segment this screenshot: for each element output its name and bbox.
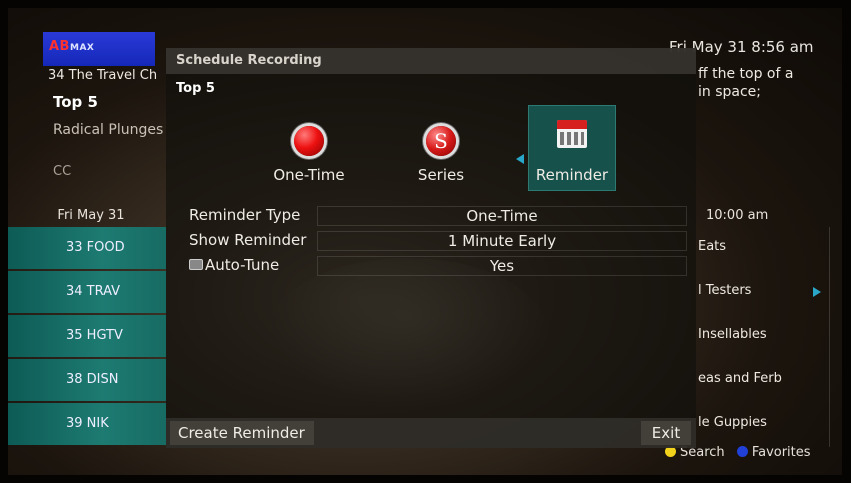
dialog-program-title: Top 5 bbox=[176, 81, 215, 96]
info-description: ff the top of a in space; bbox=[698, 65, 793, 101]
calendar-icon bbox=[557, 120, 587, 148]
favorites-legend: Favorites bbox=[751, 445, 811, 460]
program-title: eas and Ferb bbox=[698, 371, 782, 386]
channel-row[interactable]: 33 FOOD bbox=[8, 227, 166, 269]
series-icon: S bbox=[426, 126, 456, 156]
description-line: in space; bbox=[698, 84, 761, 100]
create-reminder-button[interactable]: Create Reminder bbox=[170, 421, 314, 445]
setting-label: Auto-Tune bbox=[205, 256, 280, 274]
exit-button[interactable]: Exit bbox=[641, 421, 691, 445]
program-cell[interactable]: le Guppies bbox=[690, 403, 830, 447]
program-column: Eats l Testers Insellables eas and Ferb … bbox=[690, 227, 830, 447]
series-option[interactable]: S Series bbox=[398, 108, 484, 188]
info-channel: 34 The Travel Ch bbox=[48, 68, 158, 83]
program-cell[interactable]: Eats bbox=[690, 227, 830, 271]
program-title: Insellables bbox=[698, 327, 767, 342]
guide-time: 10:00 am bbox=[706, 208, 769, 223]
channel-row[interactable]: 38 DISN bbox=[8, 359, 166, 401]
program-title: Eats bbox=[698, 239, 727, 254]
setting-label: Reminder Type bbox=[189, 206, 301, 224]
setting-value[interactable]: One-Time bbox=[317, 206, 687, 226]
program-cell[interactable]: l Testers bbox=[690, 271, 830, 315]
schedule-recording-dialog: Schedule Recording Top 5 One-Time S Seri… bbox=[166, 48, 696, 448]
info-title: Top 5 bbox=[53, 93, 98, 111]
setting-value[interactable]: 1 Minute Early bbox=[317, 231, 687, 251]
option-label: One-Time bbox=[273, 166, 345, 184]
program-title: le Guppies bbox=[698, 415, 767, 430]
dialog-footer: Create Reminder Exit bbox=[166, 418, 696, 448]
channel-logo: ABMAX bbox=[43, 32, 155, 66]
program-title: l Testers bbox=[698, 283, 752, 298]
option-label: Series bbox=[417, 166, 465, 184]
one-time-option[interactable]: One-Time bbox=[266, 108, 352, 188]
channel-row[interactable]: 35 HGTV bbox=[8, 315, 166, 357]
guide-date: Fri May 31 bbox=[57, 208, 125, 223]
reminder-option[interactable]: Reminder bbox=[528, 105, 616, 191]
cc-badge: CC bbox=[53, 164, 72, 179]
setting-label-with-icon: Auto-Tune bbox=[189, 256, 279, 274]
arrow-right-icon bbox=[813, 287, 821, 297]
setting-label: Show Reminder bbox=[189, 231, 307, 249]
auto-tune-row[interactable]: Auto-Tune Yes bbox=[181, 256, 691, 276]
channel-row[interactable]: 39 NIK bbox=[8, 403, 166, 445]
dialog-title: Schedule Recording bbox=[176, 53, 322, 68]
setting-value[interactable]: Yes bbox=[317, 256, 687, 276]
program-cell[interactable]: eas and Ferb bbox=[690, 359, 830, 403]
channel-row[interactable]: 34 TRAV bbox=[8, 271, 166, 313]
channel-column: 33 FOOD 34 TRAV 35 HGTV 38 DISN 39 NIK bbox=[8, 227, 166, 447]
arrow-left-icon bbox=[516, 154, 524, 164]
tv-screen: ABMAX Fri May 31 8:56 am 34 The Travel C… bbox=[8, 8, 842, 475]
show-reminder-row[interactable]: Show Reminder 1 Minute Early bbox=[181, 231, 691, 251]
dialog-header: Schedule Recording bbox=[166, 48, 696, 74]
blue-button-icon bbox=[736, 446, 748, 457]
record-icon bbox=[294, 126, 324, 156]
tv-icon bbox=[189, 259, 203, 270]
description-line: ff the top of a bbox=[698, 66, 794, 82]
reminder-type-row[interactable]: Reminder Type One-Time bbox=[181, 206, 691, 226]
option-label: Reminder bbox=[535, 166, 609, 184]
program-cell[interactable]: Insellables bbox=[690, 315, 830, 359]
info-episode: Radical Plunges bbox=[53, 122, 164, 138]
